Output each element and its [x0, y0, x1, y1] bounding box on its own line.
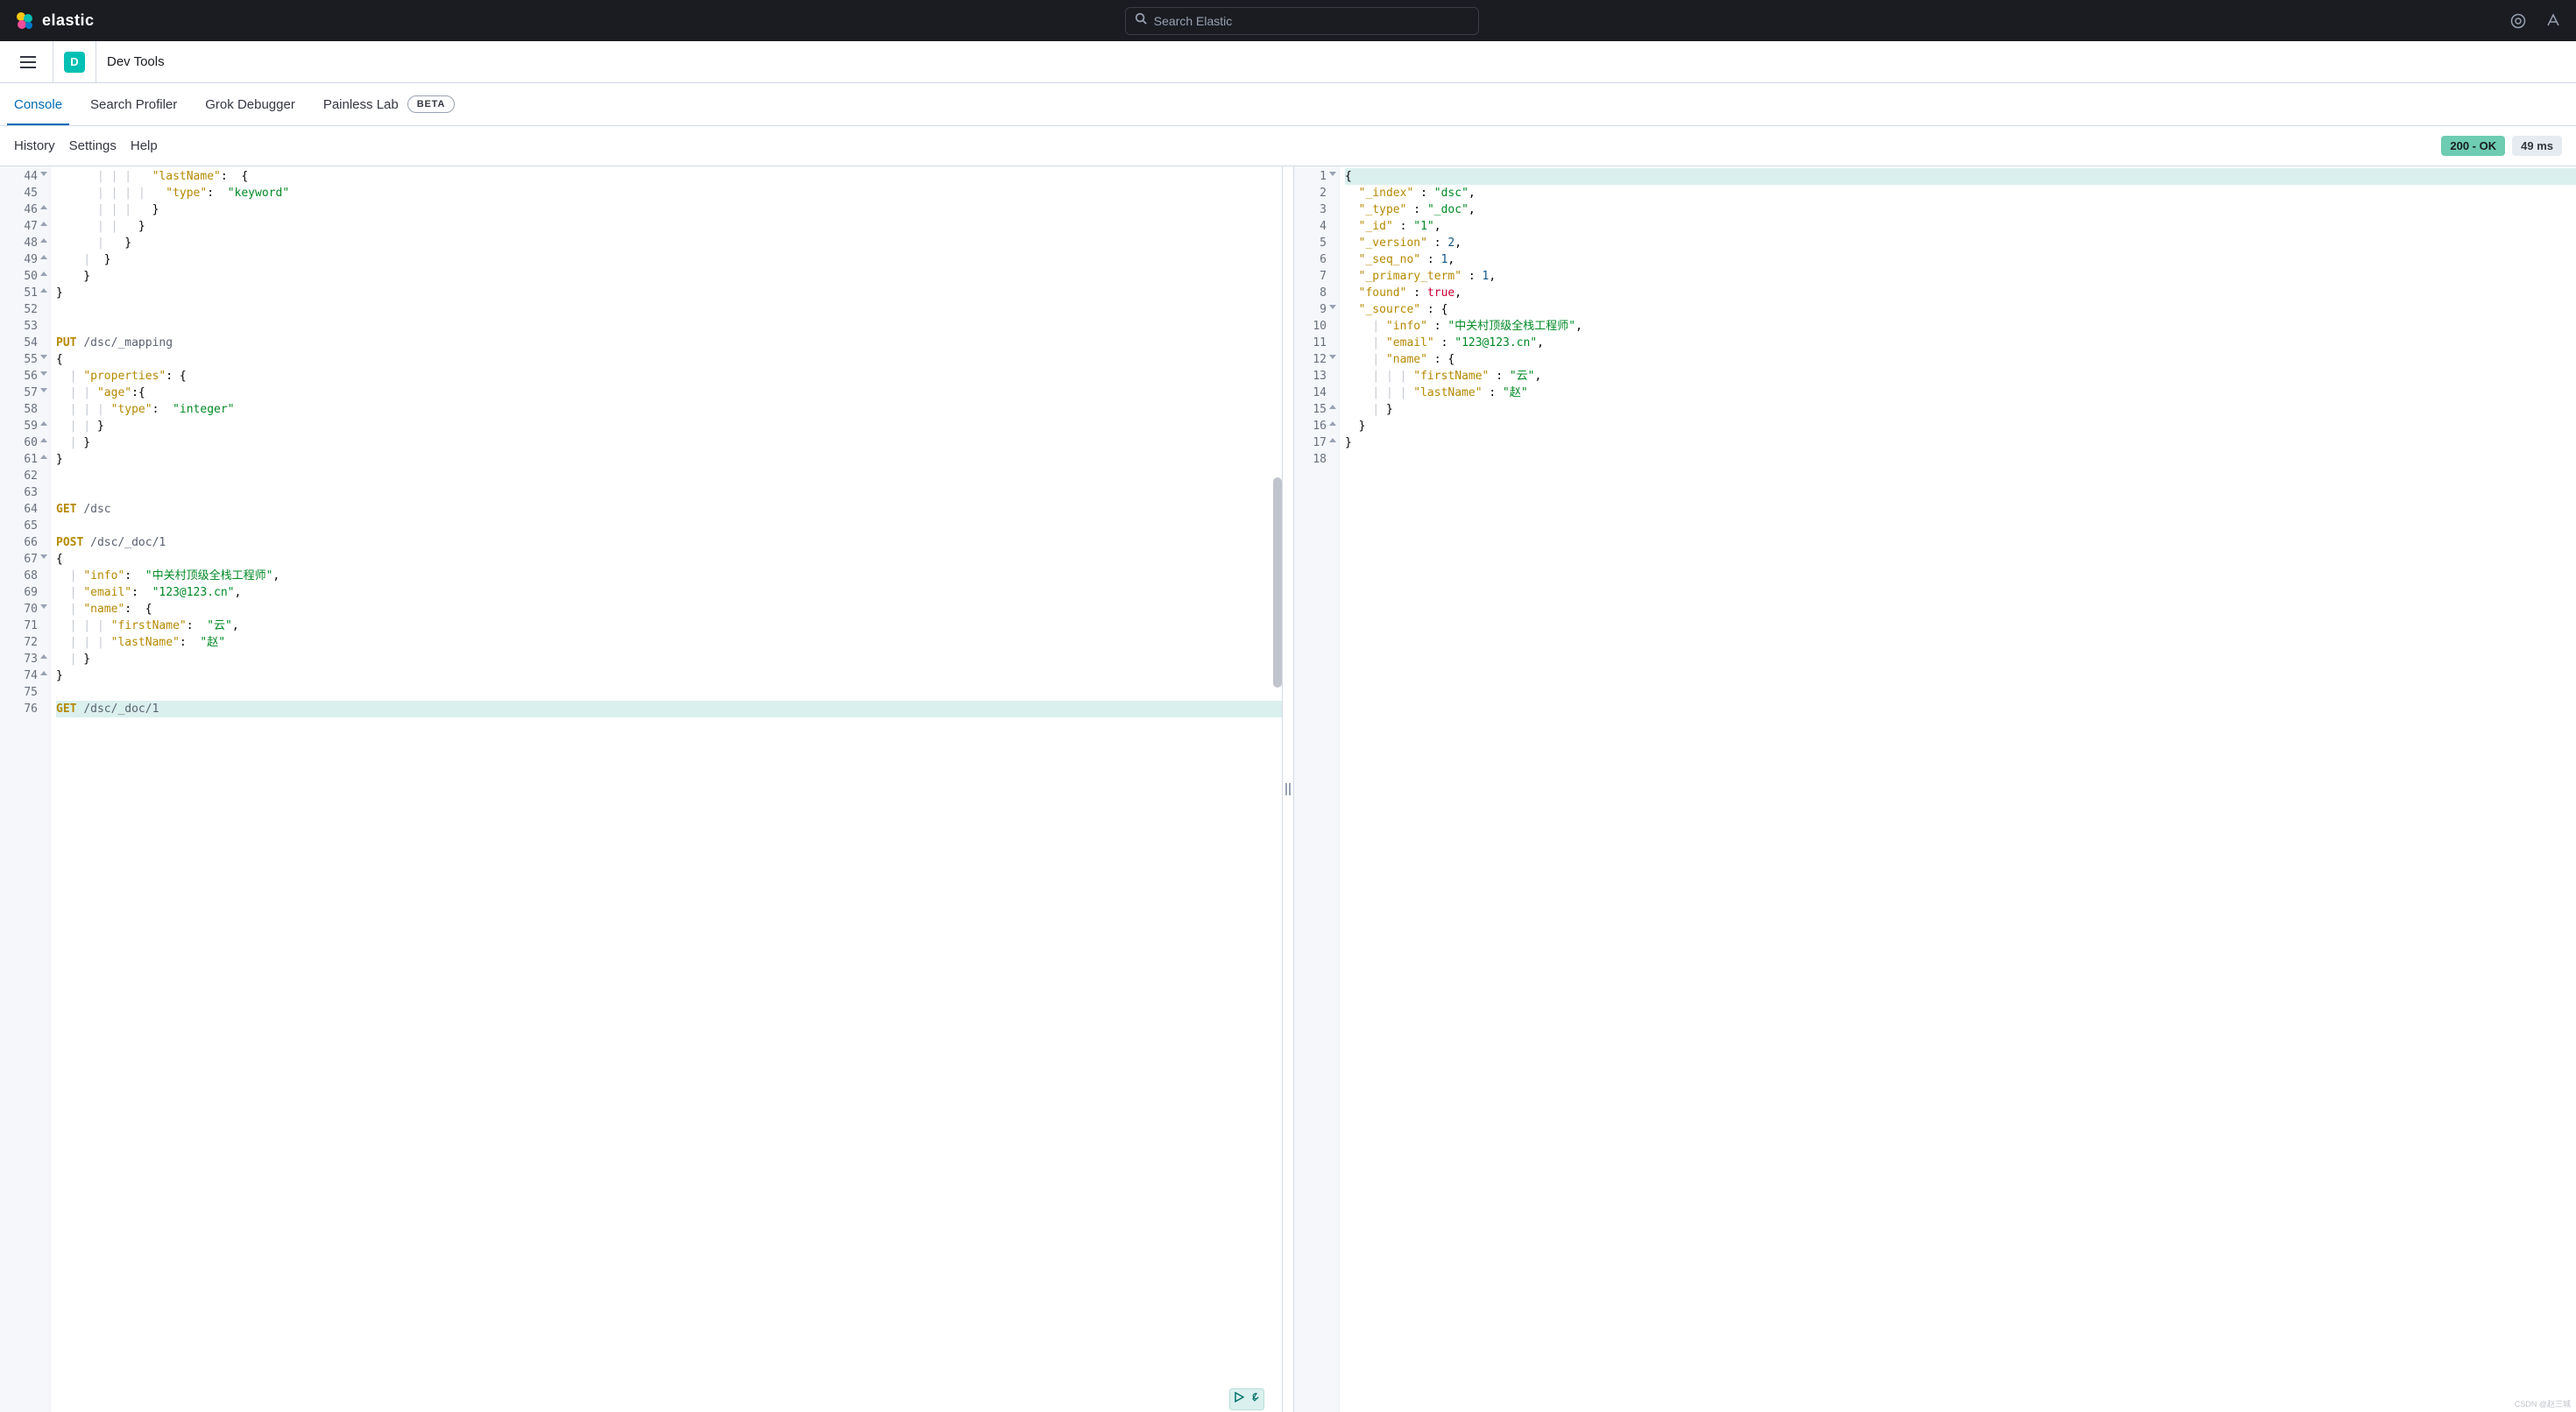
menu-toggle-button[interactable] — [14, 48, 42, 76]
time-badge: 49 ms — [2512, 136, 2562, 156]
line-gutter: 123456789101112131415161718 — [1294, 166, 1340, 1412]
request-editor-pane: 4445464748495051525354555657585960616263… — [0, 166, 1282, 1412]
editor-split: 4445464748495051525354555657585960616263… — [0, 166, 2576, 1412]
wrench-icon[interactable] — [1249, 1391, 1260, 1408]
scrollbar-thumb[interactable] — [1273, 477, 1282, 688]
beta-badge: BETA — [407, 95, 455, 113]
search-icon — [1135, 12, 1147, 29]
response-viewer[interactable]: { "_index" : "dsc", "_type" : "_doc", "_… — [1340, 166, 2576, 1412]
request-actions — [1229, 1388, 1264, 1410]
help-icon[interactable] — [2509, 12, 2527, 30]
help-link[interactable]: Help — [131, 138, 158, 153]
breadcrumb-bar: D Dev Tools — [0, 41, 2576, 83]
tab-label: Painless Lab — [323, 97, 399, 112]
tab-console[interactable]: Console — [14, 83, 62, 125]
brand-text: elastic — [42, 11, 95, 30]
elastic-logo-icon — [14, 11, 35, 32]
run-icon[interactable] — [1234, 1391, 1244, 1408]
pane-splitter[interactable] — [1282, 166, 1294, 1412]
status-badge: 200 - OK — [2441, 136, 2505, 156]
app-badge[interactable]: D — [64, 52, 85, 73]
page-title: Dev Tools — [100, 54, 165, 69]
tab-grok-debugger[interactable]: Grok Debugger — [205, 83, 295, 125]
line-gutter: 4445464748495051525354555657585960616263… — [0, 166, 51, 1412]
announcement-icon[interactable] — [2544, 12, 2562, 30]
tabs-bar: Console Search Profiler Grok Debugger Pa… — [0, 83, 2576, 126]
top-header: elastic — [0, 0, 2576, 41]
request-editor[interactable]: | | | "lastName": { | | | | "type": "key… — [51, 166, 1282, 1412]
tab-painless-lab[interactable]: Painless Lab BETA — [323, 83, 455, 125]
global-search[interactable] — [1125, 7, 1479, 35]
watermark: CSDN @赵三城 — [2515, 1398, 2571, 1409]
console-toolbar: History Settings Help 200 - OK 49 ms — [0, 126, 2576, 166]
brand-logo[interactable]: elastic — [14, 11, 95, 32]
search-input[interactable] — [1154, 14, 1469, 28]
response-pane: 123456789101112131415161718 { "_index" :… — [1294, 166, 2576, 1412]
tab-search-profiler[interactable]: Search Profiler — [90, 83, 177, 125]
history-link[interactable]: History — [14, 138, 55, 153]
settings-link[interactable]: Settings — [69, 138, 117, 153]
